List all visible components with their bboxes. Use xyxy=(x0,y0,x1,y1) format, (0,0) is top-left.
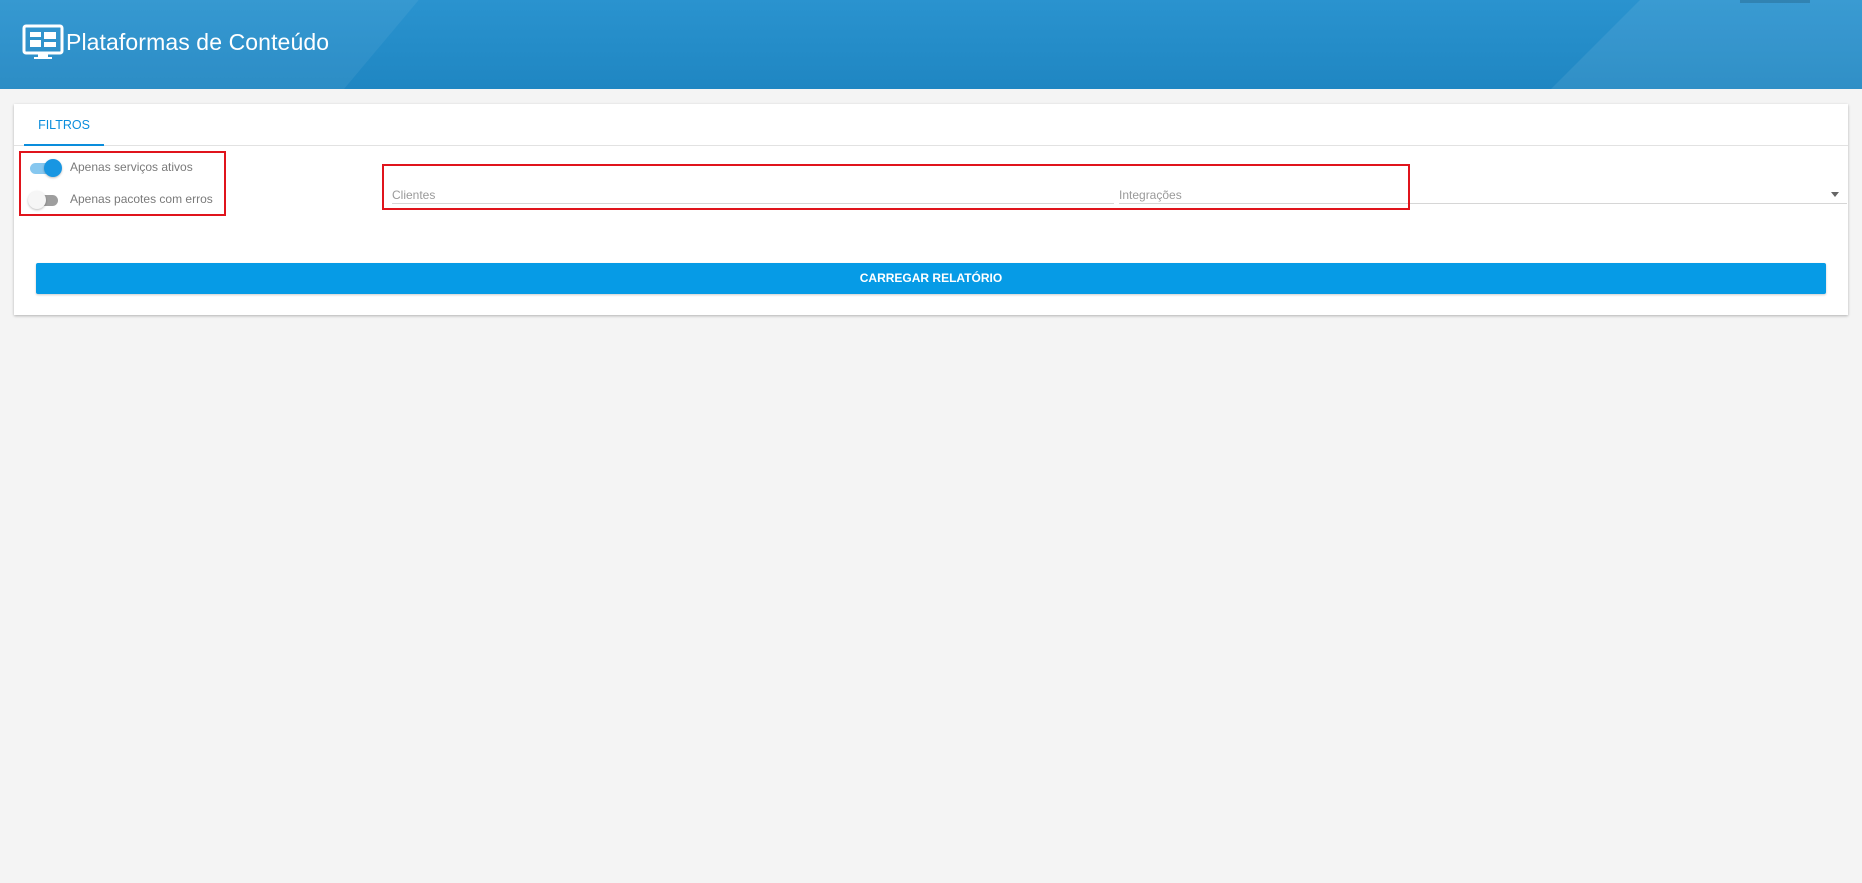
highlight-box-fields xyxy=(382,164,1410,210)
header-decoration xyxy=(1460,0,1862,89)
tab-bar: FILTROS xyxy=(14,104,1848,146)
page-title: Plataformas de Conteúdo xyxy=(66,28,330,55)
tab-filtros[interactable]: FILTROS xyxy=(24,104,104,146)
highlight-box-toggles xyxy=(19,151,226,216)
app-header: Plataformas de Conteúdo xyxy=(0,0,1862,89)
chevron-down-icon[interactable] xyxy=(1831,192,1839,197)
dashboard-monitor-icon xyxy=(22,24,64,59)
load-report-button[interactable]: CARREGAR RELATÓRIO xyxy=(36,263,1826,294)
header-decoration xyxy=(1740,0,1810,3)
brand: Plataformas de Conteúdo xyxy=(22,24,329,60)
